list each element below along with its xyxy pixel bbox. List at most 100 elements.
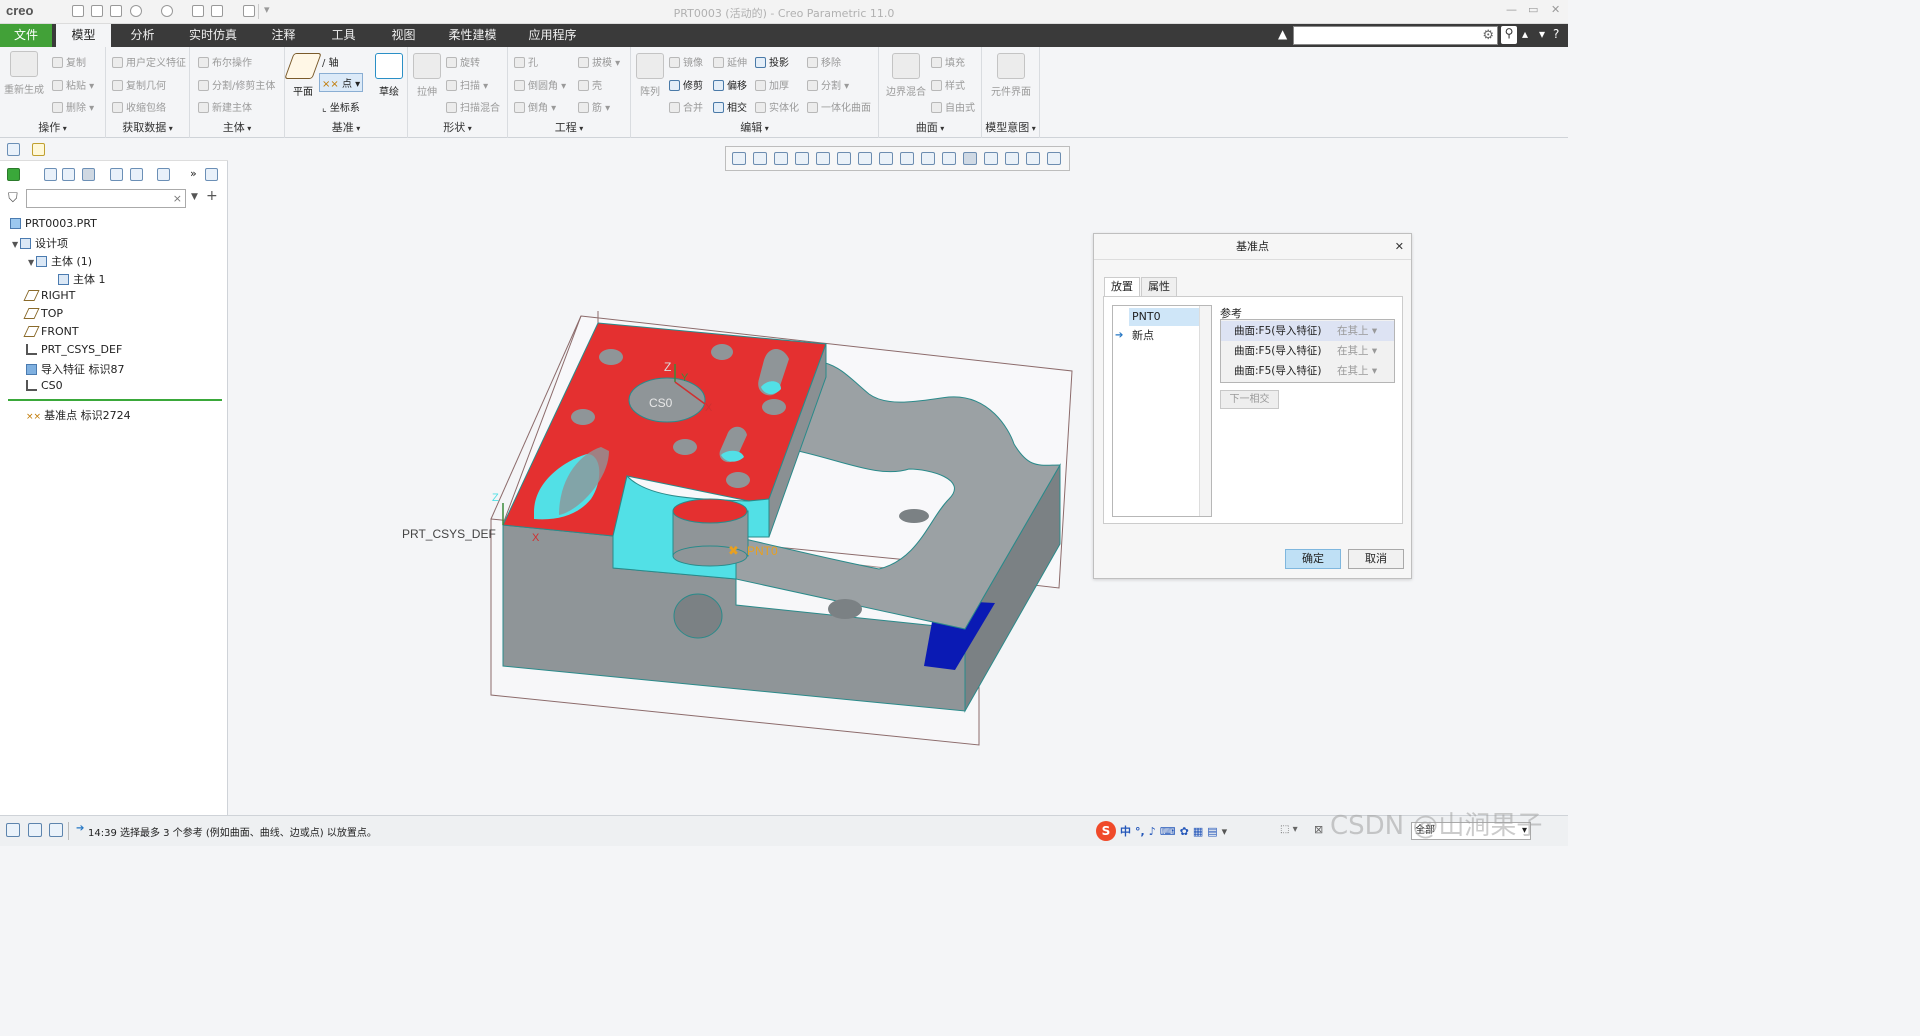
tab-model[interactable]: 模型	[56, 24, 111, 47]
hole[interactable]	[673, 439, 697, 455]
tree-item-prt-csys-def[interactable]: PRT_CSYS_DEF	[26, 343, 122, 356]
group-label-datum[interactable]: 基准	[285, 119, 407, 135]
pattern-button[interactable]: 阵列	[635, 53, 665, 98]
tree-sort-icon[interactable]	[110, 168, 123, 181]
boolean-button[interactable]: 布尔操作	[198, 54, 252, 69]
trim-button[interactable]: 修剪	[669, 77, 703, 92]
project-button[interactable]: 投影	[755, 54, 789, 69]
add-icon[interactable]: +	[206, 188, 218, 204]
list-item-pnt0[interactable]: PNT0	[1129, 308, 1199, 326]
boundary-blend-button[interactable]: 边界混合	[883, 53, 929, 98]
keyboard-icon[interactable]: ⌨	[1160, 825, 1176, 838]
selection-box-icon[interactable]: ⬚ ▾	[1280, 824, 1298, 835]
tree-item-cs0[interactable]: CS0	[26, 379, 63, 392]
constraint-dropdown[interactable]: 在其上 ▾	[1337, 361, 1377, 381]
intersect-button[interactable]: 相交	[713, 99, 747, 114]
sketch-button[interactable]: 草绘	[375, 53, 403, 98]
smart-select-icon[interactable]: ⊠	[1314, 823, 1323, 836]
group-label-surfaces[interactable]: 曲面	[879, 119, 981, 135]
front-hole[interactable]	[673, 593, 723, 639]
tree-layers-icon[interactable]	[130, 168, 143, 181]
split-trim-body-button[interactable]: 分割/修剪主体	[198, 77, 275, 92]
help-icon[interactable]: ?	[1553, 27, 1559, 41]
insert-here-marker[interactable]	[8, 399, 222, 401]
tab-analysis[interactable]: 分析	[115, 24, 170, 47]
tab-live-simulation[interactable]: 实时仿真	[178, 24, 248, 47]
group-label-engineering[interactable]: 工程	[508, 119, 630, 135]
hole[interactable]	[762, 399, 786, 415]
offset-button[interactable]: 偏移	[713, 77, 747, 92]
constraint-dropdown[interactable]: 在其上 ▾	[1337, 341, 1377, 361]
list-scrollbar[interactable]	[1199, 306, 1211, 516]
unify-surface-button[interactable]: 一体化曲面	[807, 99, 871, 114]
chevron-down-icon[interactable]: ▾	[1222, 825, 1228, 838]
rib-button[interactable]: 筋 ▾	[578, 99, 610, 114]
shell-button[interactable]: 壳	[578, 77, 602, 92]
tree-filter-icon[interactable]	[82, 168, 95, 181]
regenerate-button[interactable]: 重新生成	[4, 51, 44, 96]
tree-item-design-items[interactable]: ▼ 设计项	[12, 235, 68, 251]
fill-button[interactable]: 填充	[931, 54, 965, 69]
next-intersection-button[interactable]: 下一相交	[1220, 390, 1279, 409]
tree-item-import-feature[interactable]: 导入特征 标识87	[26, 361, 125, 377]
hole[interactable]	[599, 349, 623, 365]
tab-annotate[interactable]: 注释	[256, 24, 311, 47]
sweep-button[interactable]: 扫描 ▾	[446, 77, 488, 92]
references-collector[interactable]: 曲面:F5(导入特征) 在其上 ▾ 曲面:F5(导入特征) 在其上 ▾ 曲面:F5(…	[1220, 319, 1395, 383]
copy-geometry-button[interactable]: 复制几何	[112, 77, 166, 92]
tree-details-icon[interactable]	[157, 168, 170, 181]
hole[interactable]	[899, 509, 929, 523]
tree-item-top[interactable]: TOP	[23, 307, 63, 320]
tab-file[interactable]: 文件	[0, 24, 52, 47]
shrinkwrap-button[interactable]: 收缩包络	[112, 99, 166, 114]
chevron-down-icon[interactable]: ▼	[191, 192, 198, 202]
hole-button[interactable]: 孔	[514, 54, 538, 69]
plane-button[interactable]: 平面	[284, 53, 322, 98]
split-button[interactable]: 分割 ▾	[807, 77, 849, 92]
tree-root[interactable]: PRT0003.PRT	[10, 217, 97, 230]
component-interface-button[interactable]: 元件界面	[986, 53, 1036, 98]
ok-button[interactable]: 确定	[1285, 549, 1341, 569]
browser-toggle-icon[interactable]	[28, 823, 42, 837]
draft-button[interactable]: 拔模 ▾	[578, 54, 620, 69]
close-button[interactable]: ✕	[1551, 3, 1560, 16]
skin-icon[interactable]: ✿	[1180, 825, 1189, 838]
group-label-get-data[interactable]: 获取数据	[106, 119, 189, 135]
tab-applications[interactable]: 应用程序	[520, 24, 585, 47]
folder-browser-tab-icon[interactable]	[32, 143, 45, 156]
group-label-body[interactable]: 主体	[190, 119, 284, 135]
chevron-down-icon[interactable]: ▾	[1539, 27, 1545, 41]
group-label-model-intent[interactable]: 模型意图	[982, 119, 1039, 135]
tree-search-input[interactable]: ×	[26, 189, 186, 208]
tree-item-front[interactable]: FRONT	[23, 325, 79, 338]
new-body-button[interactable]: 新建主体	[198, 99, 252, 114]
reference-row[interactable]: 曲面:F5(导入特征) 在其上 ▾	[1221, 321, 1394, 341]
reference-row[interactable]: 曲面:F5(导入特征) 在其上 ▾	[1221, 361, 1394, 381]
group-label-editing[interactable]: 编辑	[631, 119, 878, 135]
hole[interactable]	[828, 599, 862, 619]
clear-icon[interactable]: ×	[173, 192, 182, 205]
copy-button[interactable]: 复制	[52, 54, 86, 69]
delete-button[interactable]: 删除 ▾	[52, 99, 94, 114]
minimize-button[interactable]: —	[1506, 3, 1517, 16]
revolve-button[interactable]: 旋转	[446, 54, 480, 69]
navigator-toggle-icon[interactable]	[6, 823, 20, 837]
more-icon[interactable]: »	[190, 167, 197, 180]
model-tree-tab-icon[interactable]	[7, 143, 20, 156]
tree-item-bodies[interactable]: ▼ 主体 (1)	[28, 253, 92, 269]
group-label-shapes[interactable]: 形状	[408, 119, 507, 135]
search-icon[interactable]: ⚲	[1501, 26, 1517, 44]
solidify-button[interactable]: 实体化	[755, 99, 799, 114]
microphone-icon[interactable]: ♪	[1149, 825, 1156, 838]
paste-button[interactable]: 粘贴 ▾	[52, 77, 94, 92]
fullscreen-icon[interactable]	[49, 823, 63, 837]
close-icon[interactable]: ✕	[1395, 240, 1404, 253]
tree-notes-icon[interactable]	[205, 168, 218, 181]
pnt0-label[interactable]: PNT0	[747, 544, 778, 558]
group-label-operations[interactable]: 操作	[0, 119, 105, 135]
gear-icon[interactable]: ⚙	[1482, 28, 1494, 43]
style-button[interactable]: 样式	[931, 77, 965, 92]
restore-button[interactable]: ▭	[1528, 3, 1538, 16]
hole[interactable]	[726, 472, 750, 488]
hole[interactable]	[711, 344, 733, 360]
